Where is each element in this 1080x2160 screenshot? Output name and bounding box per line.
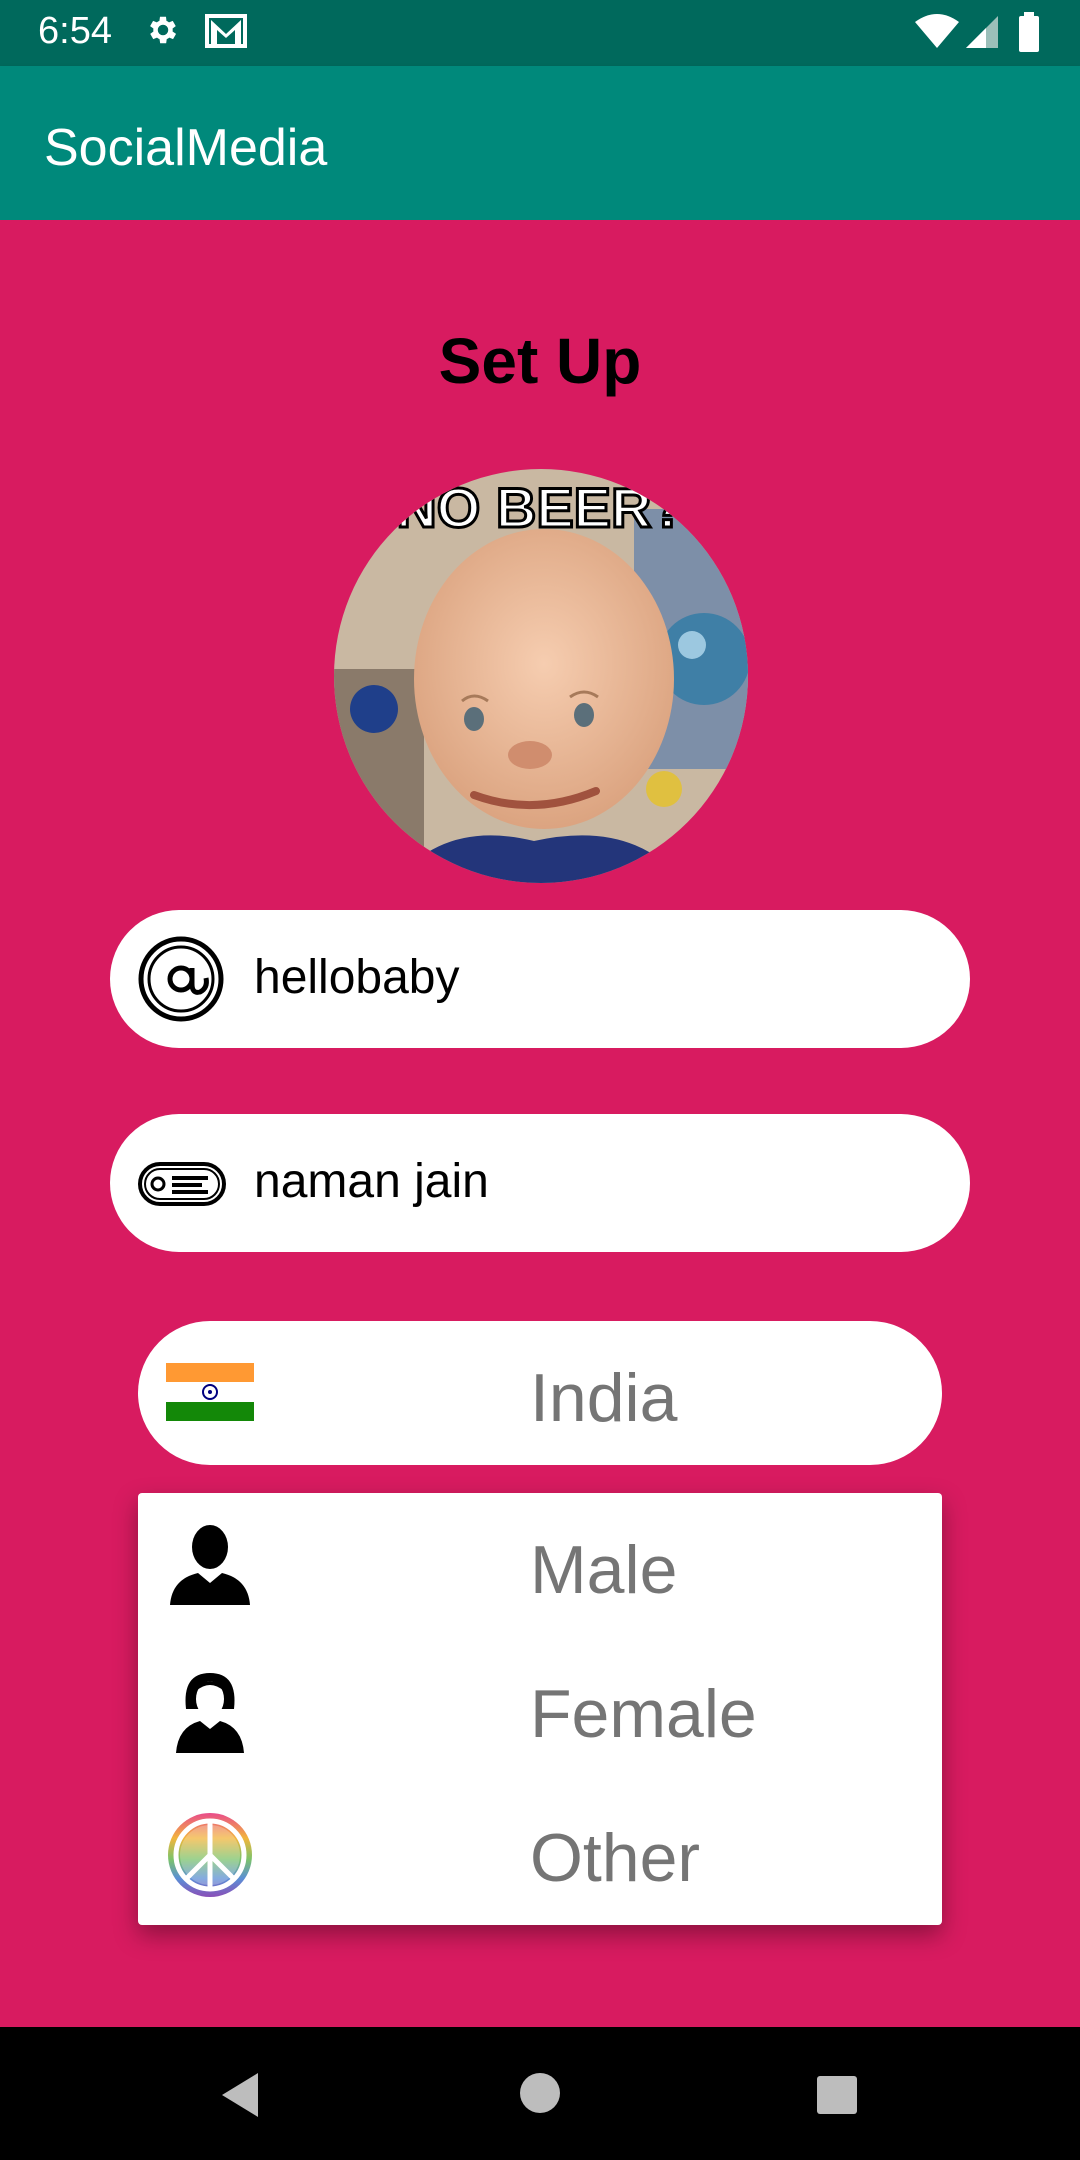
gmail-icon [205,14,247,53]
home-icon[interactable] [518,2071,562,2120]
profile-avatar[interactable]: NO BEER? [334,469,748,883]
app-bar: SocialMedia [0,66,1080,220]
name-field[interactable]: naman jain [110,1114,970,1252]
battery-icon [1018,12,1040,57]
at-sign-icon [136,934,226,1029]
recents-icon[interactable] [816,2075,858,2120]
page-title: Set Up [438,325,642,397]
username-field[interactable]: hellobaby [110,910,970,1048]
option-female[interactable]: Female [138,1637,942,1781]
username-value: hellobaby [254,951,460,1004]
gender-dropdown: Male Female Other [138,1493,942,1925]
option-female-label: Female [530,1676,757,1752]
navigation-bar [0,2027,1080,2160]
option-other-label: Other [530,1820,701,1896]
country-selected: India [530,1360,678,1436]
avatar-caption: NO BEER? [396,476,685,539]
status-bar: 6:54 [0,0,1080,66]
name-value: naman jain [254,1155,489,1208]
female-silhouette-icon [164,1665,256,1757]
gear-icon [145,12,181,53]
back-icon[interactable] [218,2071,262,2124]
wifi-icon [914,14,960,55]
signal-icon [964,14,1000,55]
setup-form: Set Up NO BEER? hellobaby naman jain Ind… [0,220,1080,2027]
india-flag-icon [166,1363,254,1421]
male-silhouette-icon [164,1521,256,1613]
option-other[interactable]: Other [138,1781,942,1925]
option-male[interactable]: Male [138,1493,942,1637]
country-spinner[interactable]: India [138,1321,942,1465]
avatar-image: NO BEER? [334,469,748,883]
option-male-label: Male [530,1532,678,1608]
peace-sign-icon [164,1809,256,1901]
name-tag-icon [136,1138,226,1233]
app-title: SocialMedia [44,119,328,177]
status-time: 6:54 [38,10,112,52]
